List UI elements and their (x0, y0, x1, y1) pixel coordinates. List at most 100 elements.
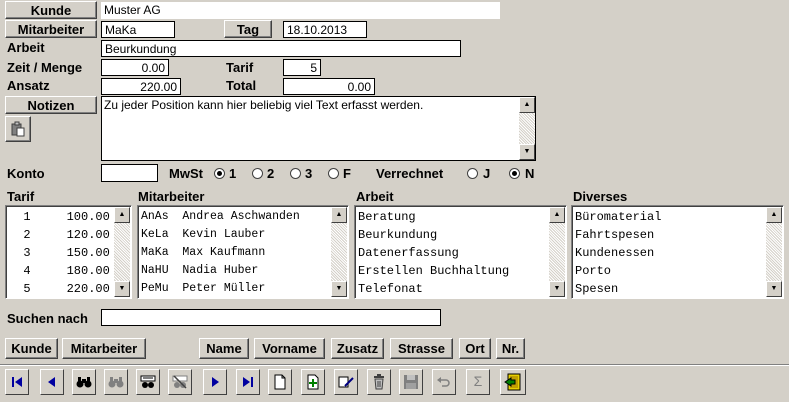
diverses-list-title: Diverses (573, 189, 628, 204)
scroll-up-icon[interactable]: ▲ (549, 207, 565, 223)
arbeit-scrollbar[interactable]: ▲ ▼ (549, 207, 565, 297)
list-item[interactable]: Telefonat (358, 280, 509, 298)
tarif-field[interactable]: 5 (283, 59, 321, 76)
mwst-radio-2[interactable] (252, 168, 263, 179)
notizen-scrollbar[interactable]: ▲ ▼ (519, 97, 535, 160)
list-item[interactable]: Fahrtspesen (575, 226, 661, 244)
tag-field[interactable]: 18.10.2013 (283, 21, 367, 38)
verrechnet-radio-j[interactable] (467, 168, 478, 179)
ansatz-label: Ansatz (7, 78, 50, 93)
mwst-option-1: 1 (229, 166, 237, 181)
delete-button[interactable] (367, 369, 391, 395)
sort-kunde-button[interactable]: Kunde (5, 338, 58, 359)
scroll-down-icon[interactable]: ▼ (549, 281, 565, 297)
verrechnet-radio-n[interactable] (509, 168, 520, 179)
diverses-scrollbar[interactable]: ▲ ▼ (766, 207, 782, 297)
first-record-icon (12, 377, 22, 387)
zeit-menge-field[interactable]: 0.00 (101, 59, 169, 76)
save-button[interactable] (399, 369, 423, 395)
first-record-button[interactable] (5, 369, 29, 395)
list-item[interactable]: MaKa Max Kaufmann (141, 244, 300, 262)
tag-button[interactable]: Tag (224, 20, 272, 38)
list-item[interactable]: NaHU Nadia Huber (141, 262, 300, 280)
scroll-up-icon[interactable]: ▲ (114, 207, 130, 223)
list-item[interactable]: 2 120.00 (9, 226, 109, 244)
scroll-down-icon[interactable]: ▼ (331, 281, 347, 297)
ansatz-field[interactable]: 220.00 (101, 78, 181, 95)
last-record-button[interactable] (236, 369, 260, 395)
mwst-label: MwSt (169, 166, 203, 181)
mitarbeiter-scrollbar[interactable]: ▲ ▼ (331, 207, 347, 297)
sort-vorname-button[interactable]: Vorname (254, 338, 325, 359)
scroll-up-icon[interactable]: ▲ (519, 97, 535, 113)
add-record-icon (307, 374, 319, 390)
diverses-list[interactable]: Büromaterial Fahrtspesen Kundenessen Por… (571, 205, 784, 299)
sort-zusatz-button[interactable]: Zusatz (331, 338, 384, 359)
arbeit-field[interactable]: Beurkundung (101, 40, 461, 57)
delete-icon (374, 374, 384, 390)
previous-record-button[interactable] (40, 369, 64, 395)
list-item[interactable]: AnAs Andrea Aschwanden (141, 208, 300, 226)
notizen-button[interactable]: Notizen (5, 96, 97, 114)
list-item[interactable]: Büromaterial (575, 208, 661, 226)
arbeit-list[interactable]: Beratung Beurkundung Datenerfassung Erst… (354, 205, 567, 299)
find-button[interactable] (72, 369, 96, 395)
add-record-button[interactable] (301, 369, 325, 395)
list-item[interactable]: Datenerfassung (358, 244, 509, 262)
scroll-down-icon[interactable]: ▼ (766, 281, 782, 297)
verrechnet-option-j: J (483, 166, 491, 181)
find-next-icon (108, 377, 124, 388)
list-item[interactable]: Spesen (575, 280, 661, 298)
kunde-field[interactable]: Muster AG (101, 2, 500, 19)
total-field[interactable]: 0.00 (283, 78, 375, 95)
undo-button[interactable] (432, 369, 456, 395)
list-item[interactable]: Erstellen Buchhaltung (358, 262, 509, 280)
scroll-up-icon[interactable]: ▲ (331, 207, 347, 223)
mwst-radio-1[interactable] (214, 168, 225, 179)
mwst-option-f: F (343, 166, 351, 181)
sort-ort-button[interactable]: Ort (459, 338, 491, 359)
scroll-down-icon[interactable]: ▼ (114, 281, 130, 297)
mwst-radio-3[interactable] (290, 168, 301, 179)
sort-strasse-button[interactable]: Strasse (390, 338, 453, 359)
scroll-down-icon[interactable]: ▼ (519, 144, 535, 160)
sort-nr-button[interactable]: Nr. (496, 338, 525, 359)
mitarbeiter-list[interactable]: AnAs Andrea Aschwanden KeLa Kevin Lauber… (137, 205, 349, 299)
sort-mitarbeiter-button[interactable]: Mitarbeiter (62, 338, 146, 359)
list-item[interactable]: PeMu Peter Müller (141, 280, 300, 298)
kunde-button[interactable]: Kunde (5, 1, 97, 19)
list-item[interactable]: Beratung (358, 208, 509, 226)
clipboard-button[interactable] (5, 116, 31, 142)
tarif-list[interactable]: 1 100.00 2 120.00 3 150.00 4 180.00 5 22… (5, 205, 132, 299)
list-item[interactable]: 5 220.00 (9, 280, 109, 298)
mitarbeiter-button[interactable]: Mitarbeiter (5, 20, 97, 38)
new-record-button[interactable] (268, 369, 292, 395)
previous-record-icon (48, 377, 55, 387)
list-item[interactable]: 3 150.00 (9, 244, 109, 262)
list-item[interactable]: Porto (575, 262, 661, 280)
mwst-option-2: 2 (267, 166, 275, 181)
list-item[interactable]: Beurkundung (358, 226, 509, 244)
mitarbeiter-field[interactable]: MaKa (101, 21, 175, 38)
search-input[interactable] (101, 309, 441, 326)
sort-name-button[interactable]: Name (199, 338, 249, 359)
list-item[interactable]: Kundenessen (575, 244, 661, 262)
konto-field[interactable] (101, 164, 158, 182)
notizen-textarea[interactable]: Zu jeder Position kann hier beliebig vie… (101, 96, 536, 161)
search-label: Suchen nach (7, 311, 88, 326)
sum-button[interactable]: Σ (466, 369, 490, 395)
find-next-button[interactable] (104, 369, 128, 395)
edit-record-button[interactable] (334, 369, 358, 395)
list-item[interactable]: KeLa Kevin Lauber (141, 226, 300, 244)
sum-icon: Σ (473, 373, 483, 389)
remove-filter-button[interactable] (168, 369, 192, 395)
list-item[interactable]: 4 180.00 (9, 262, 109, 280)
list-item[interactable]: 1 100.00 (9, 208, 109, 226)
scroll-up-icon[interactable]: ▲ (766, 207, 782, 223)
exit-button[interactable] (500, 369, 526, 395)
next-record-button[interactable] (203, 369, 227, 395)
tarif-scrollbar[interactable]: ▲ ▼ (114, 207, 130, 297)
filter-button[interactable] (136, 369, 160, 395)
verrechnet-option-n: N (525, 166, 535, 181)
mwst-radio-f[interactable] (328, 168, 339, 179)
